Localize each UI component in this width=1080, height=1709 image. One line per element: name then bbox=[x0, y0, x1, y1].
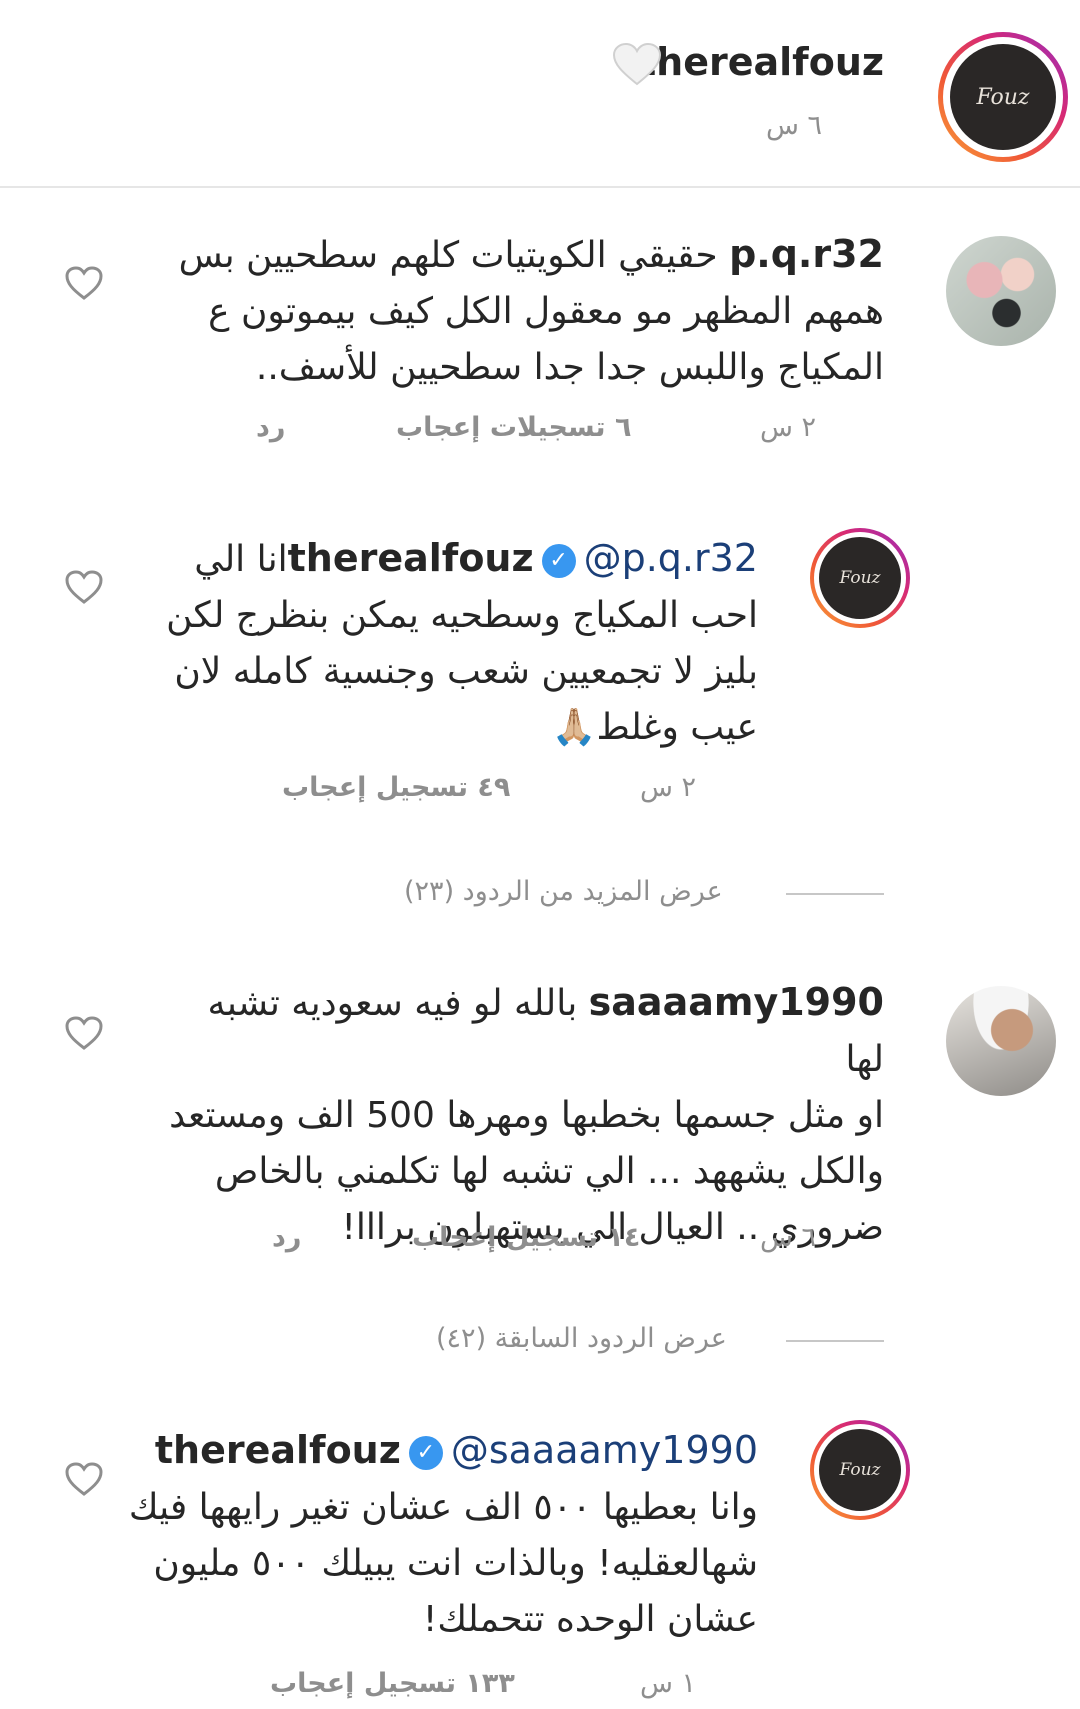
comment-username[interactable]: saaaamy1990 bbox=[589, 980, 884, 1024]
reply-author-avatar[interactable]: Fouz bbox=[810, 1420, 910, 1520]
white-heart-icon bbox=[612, 42, 662, 86]
reply-text: therealfouz ✓ @p.q.r32انا الي احب المكياج … bbox=[166, 536, 758, 748]
reply-likes[interactable]: ١٣٣ تسجيل إعجاب bbox=[270, 1668, 515, 1699]
like-heart-icon[interactable] bbox=[64, 1014, 104, 1054]
reply-button[interactable]: رد bbox=[272, 1222, 301, 1253]
like-heart-icon[interactable] bbox=[64, 568, 104, 608]
verified-badge-icon: ✓ bbox=[541, 544, 576, 578]
post-author-username[interactable]: therealfouz bbox=[638, 40, 884, 84]
comment-username[interactable]: p.q.r32 bbox=[729, 232, 884, 276]
comment-likes[interactable]: ١٤ تسجيل إعجاب bbox=[412, 1222, 640, 1253]
reply-likes[interactable]: ٤٩ تسجيل إعجاب bbox=[282, 772, 510, 803]
mention-link[interactable]: @p.q.r32 bbox=[584, 536, 758, 580]
reply-author-avatar[interactable]: Fouz bbox=[810, 528, 910, 628]
verified-badge-icon: ✓ bbox=[408, 1436, 443, 1470]
reply-time: ١ س bbox=[640, 1668, 697, 1699]
commenter-avatar[interactable] bbox=[946, 986, 1056, 1096]
reply-username[interactable]: therealfouz bbox=[288, 536, 534, 580]
comment-likes[interactable]: ٦ تسجيلات إعجاب bbox=[396, 412, 631, 443]
mention-link[interactable]: @saaaamy1990 bbox=[451, 1428, 758, 1472]
post-author-avatar[interactable]: Fouz bbox=[938, 32, 1068, 162]
reply-button[interactable]: رد bbox=[256, 412, 285, 443]
divider-line bbox=[786, 893, 884, 895]
comment-time: ٢ س bbox=[760, 412, 817, 443]
view-more-replies-button[interactable]: عرض المزيد من الردود (٢٣) bbox=[404, 876, 723, 907]
divider-line bbox=[786, 1340, 884, 1342]
reply-time: ٢ س bbox=[640, 772, 697, 803]
post-time: ٦ س bbox=[765, 110, 822, 141]
comment-text: saaaamy1990 بالله لو فيه سعوديه تشبه لها… bbox=[169, 980, 884, 1248]
comment-time: ٦ س bbox=[760, 1222, 817, 1253]
reply-username[interactable]: therealfouz bbox=[155, 1428, 401, 1472]
commenter-avatar[interactable] bbox=[946, 236, 1056, 346]
comment-text: p.q.r32 حقيقي الكويتيات كلهم سطحيين بس ه… bbox=[178, 232, 884, 388]
view-previous-replies-button[interactable]: عرض الردود السابقة (٤٢) bbox=[436, 1323, 727, 1354]
reply-text: therealfouz ✓ @saaaamy1990 وانا بعطيها ٥٠٠… bbox=[128, 1428, 758, 1640]
like-heart-icon[interactable] bbox=[64, 264, 104, 304]
post-header: Fouz therealfouz ٦ س bbox=[0, 0, 1080, 188]
like-heart-icon[interactable] bbox=[64, 1460, 104, 1500]
